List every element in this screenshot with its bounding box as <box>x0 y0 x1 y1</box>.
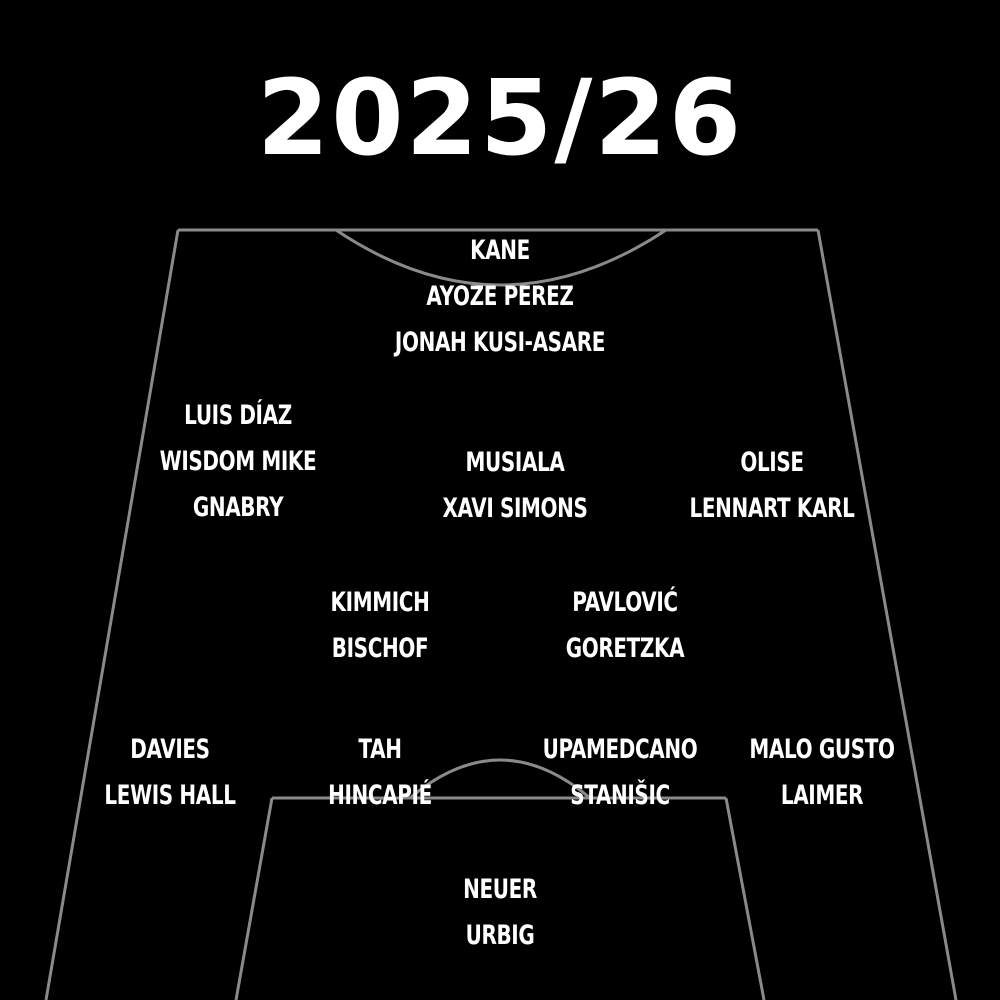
player-name: LENNART KARL <box>689 493 855 524</box>
right-touchline <box>816 229 958 1000</box>
player-name: OLISE <box>740 447 804 478</box>
player-name: LAIMER <box>780 780 864 811</box>
player-name: KIMMICH <box>330 587 430 618</box>
player-name: WISDOM MIKE <box>159 446 317 477</box>
left-touchline <box>44 229 180 1000</box>
left-wing-group: LUIS DÍAZ WISDOM MIKE GNABRY <box>132 393 344 531</box>
player-name: JONAH KUSI-ASARE <box>394 327 606 358</box>
player-name: GNABRY <box>192 492 284 523</box>
player-name: NEUER <box>463 874 537 905</box>
player-name: GORETZKA <box>565 633 685 664</box>
striker-group: KANE AYOZE PEREZ JONAH KUSI-ASARE <box>358 228 642 366</box>
player-name: STANIŠIC <box>570 780 670 811</box>
player-name: PAVLOVIĆ <box>572 587 678 618</box>
left-cb-group: TAH HINCAPIÉ <box>310 727 450 819</box>
player-name: KANE <box>470 235 530 266</box>
right-cb-group: UPAMEDCANO STANIŠIC <box>515 727 724 819</box>
penalty-box-right <box>724 797 766 1000</box>
player-name: BISCHOF <box>331 633 429 664</box>
right-back-group: MALO GUSTO LAIMER <box>724 727 920 819</box>
player-name: DAVIES <box>130 734 210 765</box>
player-name: MALO GUSTO <box>749 734 895 765</box>
lineup-graphic: 2025/26 KANE AYOZE PEREZ JONAH KUSI-ASAR… <box>0 0 1000 1000</box>
left-back-group: DAVIES LEWIS HALL <box>81 727 258 819</box>
player-name: HINCAPIÉ <box>328 780 432 811</box>
right-wing-group: OLISE LENNART KARL <box>661 440 884 532</box>
player-name: AYOZE PEREZ <box>426 281 574 312</box>
player-name: LUIS DÍAZ <box>184 400 292 431</box>
player-name: URBIG <box>465 920 535 951</box>
left-cm-group: KIMMICH BISCHOF <box>313 580 447 672</box>
player-name: MUSIALA <box>465 447 565 478</box>
player-name: XAVI SIMONS <box>442 493 588 524</box>
attacking-mid-group: MUSIALA XAVI SIMONS <box>417 440 613 532</box>
player-name: UPAMEDCANO <box>542 734 698 765</box>
penalty-box-left <box>234 797 274 1000</box>
player-name: TAH <box>358 734 402 765</box>
goalkeeper-group: NEUER URBIG <box>450 867 550 959</box>
player-name: LEWIS HALL <box>104 780 236 811</box>
right-cm-group: PAVLOVIĆ GORETZKA <box>545 580 705 672</box>
